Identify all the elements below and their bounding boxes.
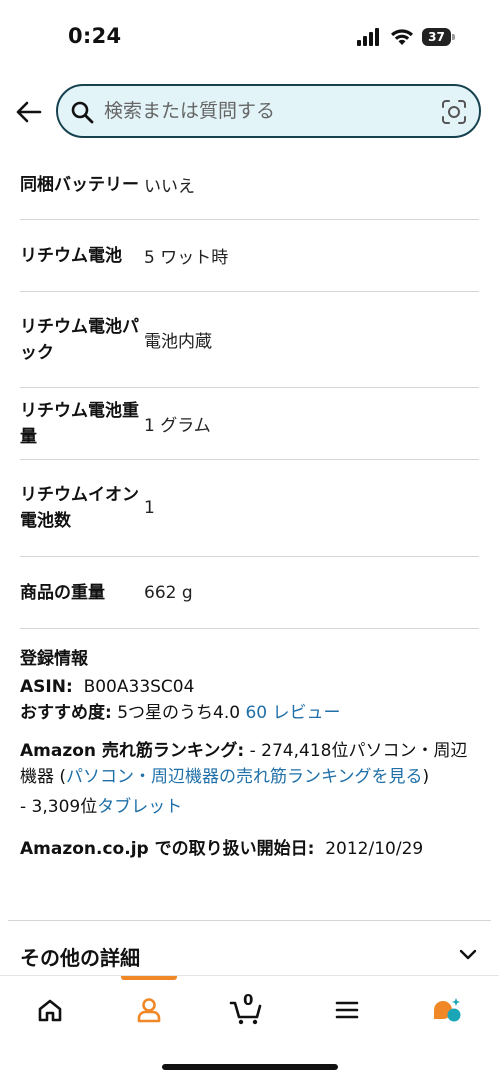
wifi-icon <box>391 29 413 45</box>
spec-label: リチウム電池重量 <box>20 400 139 447</box>
search-icon <box>71 101 94 124</box>
spec-label: 商品の重量 <box>20 582 105 603</box>
more-details-toggle[interactable]: その他の詳細 <box>20 942 140 971</box>
reviews-link[interactable]: 60 レビュー <box>245 703 340 723</box>
spec-row: リチウムイオン電池数 1 <box>20 460 479 557</box>
battery-level: 37 <box>422 28 451 46</box>
search-bar[interactable] <box>56 84 481 138</box>
spec-table: 同梱バッテリー いいえ リチウム電池 5 ワット時 リチウム電池パック 電池内蔵… <box>20 150 479 629</box>
ranking-text-close: ) <box>422 767 430 787</box>
spec-value: いいえ <box>144 177 195 197</box>
ranking-sub-line: - 3,309位タブレット <box>20 794 480 820</box>
spec-row: リチウム電池 5 ワット時 <box>20 220 479 292</box>
asin-line: ASIN: B00A33SC04 <box>20 674 480 700</box>
rating-label: おすすめ度: <box>20 703 112 723</box>
spec-row: リチウム電池パック 電池内蔵 <box>20 292 479 388</box>
status-time: 0:24 <box>68 24 122 48</box>
rating-value: 5つ星のうち4.0 <box>117 703 241 723</box>
home-icon[interactable] <box>30 990 70 1030</box>
battery-icon: 37 <box>422 28 456 46</box>
spec-label: リチウム電池パック <box>20 316 139 363</box>
chevron-down-icon[interactable] <box>458 946 478 964</box>
spec-row: 商品の重量 662 g <box>20 557 479 629</box>
registration-title: 登録情報 <box>20 649 88 669</box>
ranking-block: Amazon 売れ筋ランキング: - 274,418位パソコン・周辺機器 (パソ… <box>20 738 480 790</box>
search-input[interactable] <box>104 96 424 126</box>
status-bar: 0:24 37 <box>0 0 499 70</box>
chat-assistant-icon[interactable] <box>428 990 468 1030</box>
ranking-label: Amazon 売れ筋ランキング: <box>20 741 245 761</box>
cellular-signal-icon <box>357 28 379 46</box>
spec-value: 662 g <box>144 582 193 603</box>
home-indicator <box>162 1064 338 1070</box>
active-tab-indicator <box>121 976 177 980</box>
asin-value: B00A33SC04 <box>83 677 195 697</box>
account-icon[interactable] <box>129 990 169 1030</box>
rating-line: おすすめ度: 5つ星のうち4.0 60 レビュー <box>20 700 480 726</box>
spec-value: 1 グラム <box>144 416 211 436</box>
spec-label: リチウム電池 <box>20 245 122 266</box>
spec-value: 電池内蔵 <box>144 332 212 352</box>
release-date-line: Amazon.co.jp での取り扱い開始日: 2012/10/29 <box>20 836 480 862</box>
cart-button[interactable]: 0 <box>227 990 267 1030</box>
spec-row: 同梱バッテリー いいえ <box>20 150 479 220</box>
spec-value: 5 ワット時 <box>144 248 229 268</box>
release-date-label: Amazon.co.jp での取り扱い開始日: <box>20 839 315 859</box>
spec-value: 1 <box>144 498 155 518</box>
spec-label: 同梱バッテリー <box>20 174 139 195</box>
ranking-link[interactable]: パソコン・周辺機器の売れ筋ランキングを見る <box>66 767 423 787</box>
release-date-value: 2012/10/29 <box>325 839 424 859</box>
back-arrow-icon[interactable] <box>14 98 42 126</box>
ranking-sub-prefix: - 3,309位 <box>20 797 98 817</box>
divider <box>8 920 491 921</box>
spec-row: リチウム電池重量 1 グラム <box>20 388 479 460</box>
bottom-nav: 0 <box>0 975 499 1081</box>
tablet-ranking-link[interactable]: タブレット <box>97 797 182 817</box>
registration-info: 登録情報 ASIN: B00A33SC04 おすすめ度: 5つ星のうち4.0 6… <box>20 646 480 862</box>
spec-label: リチウムイオン電池数 <box>20 485 139 531</box>
menu-icon[interactable] <box>327 990 367 1030</box>
camera-search-icon[interactable] <box>441 99 467 125</box>
cart-count: 0 <box>243 991 254 1009</box>
asin-label: ASIN: <box>20 677 73 697</box>
